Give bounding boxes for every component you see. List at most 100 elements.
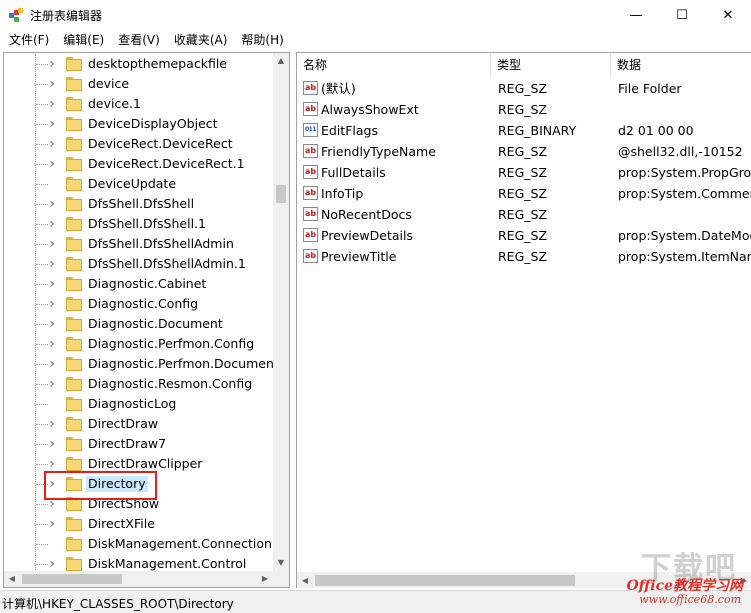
tree-item-label: device.1 (88, 96, 141, 111)
chevron-right-icon[interactable]: › (46, 337, 58, 351)
minimize-icon: — (629, 7, 643, 23)
chevron-right-icon[interactable]: › (46, 117, 58, 131)
tree-item-label: DfsShell.DfsShell.1 (88, 216, 206, 231)
menu-favorites[interactable]: 收藏夹(A) (167, 30, 235, 51)
tree-item[interactable]: › Diagnostic.Config (4, 294, 274, 314)
chevron-right-icon[interactable]: › (46, 557, 58, 571)
maximize-button[interactable]: ☐ (659, 0, 705, 30)
scroll-left-icon[interactable]: ◀ (297, 572, 313, 588)
folder-icon (66, 117, 82, 131)
value-row[interactable]: ab PreviewTitle REG_SZ prop:System.ItemNam (297, 246, 751, 267)
chevron-right-icon[interactable]: › (46, 57, 58, 71)
chevron-right-icon[interactable]: › (46, 277, 58, 291)
scroll-up-icon[interactable]: ▲ (273, 53, 289, 69)
tree-item[interactable]: › Diagnostic.Perfmon.Document (4, 354, 274, 374)
tree-item[interactable]: › DfsShell.DfsShellAdmin.1 (4, 254, 274, 274)
value-row[interactable]: ab AlwaysShowExt REG_SZ (297, 99, 751, 120)
tree-item[interactable]: › DfsShell.DfsShellAdmin (4, 234, 274, 254)
folder-icon (66, 297, 82, 311)
column-header-name[interactable]: 名称 (297, 53, 491, 77)
chevron-right-icon[interactable]: › (46, 217, 58, 231)
column-header-type[interactable]: 类型 (491, 53, 611, 77)
values-hscroll-thumb[interactable] (315, 575, 575, 586)
tree-item[interactable]: › DiskManagement.Control (4, 554, 274, 571)
chevron-right-icon[interactable]: › (46, 137, 58, 151)
chevron-right-icon[interactable]: › (46, 257, 58, 271)
tree-item[interactable]: › DirectXFile (4, 514, 274, 534)
tree-item[interactable]: › Diagnostic.Cabinet (4, 274, 274, 294)
current-key-path: 计算机\HKEY_CLASSES_ROOT\Directory (2, 597, 234, 611)
tree-item[interactable]: › Diagnostic.Perfmon.Config (4, 334, 274, 354)
value-row[interactable]: ab InfoTip REG_SZ prop:System.Comment (297, 183, 751, 204)
tree-item-label: Diagnostic.Perfmon.Config (88, 336, 255, 351)
chevron-right-icon[interactable]: › (46, 357, 58, 371)
chevron-right-icon[interactable]: › (46, 417, 58, 431)
menu-help[interactable]: 帮助(H) (234, 30, 290, 51)
tree-item[interactable]: › Diagnostic.Resmon.Config (4, 374, 274, 394)
tree-item[interactable]: › DirectDraw (4, 414, 274, 434)
tree-item[interactable]: › DfsShell.DfsShell (4, 194, 274, 214)
tree-hscroll-thumb[interactable] (22, 574, 122, 584)
value-row[interactable]: ab FriendlyTypeName REG_SZ @shell32.dll,-10… (297, 141, 751, 162)
tree-item[interactable]: › device.1 (4, 94, 274, 114)
tree-item[interactable]: › DeviceRect.DeviceRect.1 (4, 154, 274, 174)
scroll-down-icon[interactable]: ▼ (273, 555, 289, 571)
tree-item[interactable]: › Diagnostic.Document (4, 314, 274, 334)
tree-item[interactable]: › DeviceRect.DeviceRect (4, 134, 274, 154)
value-name: EditFlags (321, 123, 378, 138)
chevron-right-icon[interactable]: › (46, 157, 58, 171)
tree-item-label: Diagnostic.Document (88, 316, 223, 331)
tree-horizontal-scrollbar[interactable]: ◀ ▶ (4, 571, 289, 587)
chevron-right-icon[interactable]: › (46, 517, 58, 531)
chevron-right-icon[interactable]: › (46, 297, 58, 311)
tree-item-label: DirectDrawClipper (88, 456, 203, 471)
registry-tree-pane: › desktopthemepackfile › device › device.1 › De… (3, 52, 290, 588)
chevron-right-icon[interactable]: › (46, 197, 58, 211)
value-row[interactable]: ab PreviewDetails REG_SZ prop:System.DateMo… (297, 225, 751, 246)
value-data: d2 01 00 00 (618, 123, 694, 138)
scroll-left-icon[interactable]: ◀ (4, 571, 20, 587)
chevron-right-icon[interactable]: › (46, 437, 58, 451)
menu-view[interactable]: 查看(V) (111, 30, 167, 51)
tree-item-label: DirectXFile (88, 516, 155, 531)
chevron-right-icon[interactable]: › (46, 237, 58, 251)
value-row[interactable]: 011 EditFlags REG_BINARY d2 01 00 00 (297, 120, 751, 141)
value-type: REG_SZ (498, 249, 548, 264)
value-row[interactable]: ab FullDetails REG_SZ prop:System.PropGrou (297, 162, 751, 183)
folder-icon (66, 517, 82, 531)
chevron-right-icon[interactable]: › (46, 77, 58, 91)
scroll-right-icon[interactable]: ▶ (736, 572, 751, 588)
close-button[interactable]: ✕ (705, 0, 751, 30)
scroll-right-icon[interactable]: ▶ (257, 571, 273, 587)
chevron-right-icon[interactable]: › (46, 317, 58, 331)
string-value-icon: ab (303, 165, 318, 179)
window-title: 注册表编辑器 (30, 9, 103, 23)
menu-edit[interactable]: 编辑(E) (56, 30, 111, 51)
tree-item[interactable]: › device (4, 74, 274, 94)
tree-item[interactable]: DiagnosticLog (4, 394, 274, 414)
tree-vscroll-thumb[interactable] (276, 185, 286, 203)
tree-item[interactable]: DiskManagement.Connection (4, 534, 274, 554)
tree-item-label: DeviceRect.DeviceRect.1 (88, 156, 245, 171)
menu-file[interactable]: 文件(F) (2, 30, 56, 51)
folder-icon (66, 157, 82, 171)
value-row[interactable]: ab NoRecentDocs REG_SZ (297, 204, 751, 225)
chevron-right-icon[interactable]: › (46, 377, 58, 391)
value-data: prop:System.PropGrou (618, 165, 751, 180)
chevron-right-icon[interactable]: › (46, 457, 58, 471)
tree-item[interactable]: › DirectDraw7 (4, 434, 274, 454)
value-data: prop:System.Comment (618, 186, 751, 201)
chevron-right-icon[interactable]: › (46, 97, 58, 111)
tree-vertical-scrollbar[interactable]: ▲ ▼ (273, 53, 289, 571)
tree-item[interactable]: DeviceUpdate (4, 174, 274, 194)
tree-item[interactable]: › desktopthemepackfile (4, 54, 274, 74)
folder-icon (66, 217, 82, 231)
value-data: prop:System.DateMod (618, 228, 751, 243)
tree-item[interactable]: › DfsShell.DfsShell.1 (4, 214, 274, 234)
tree-item-label: DfsShell.DfsShellAdmin (88, 236, 234, 251)
tree-item[interactable]: › DeviceDisplayObject (4, 114, 274, 134)
minimize-button[interactable]: — (613, 0, 659, 30)
column-header-data[interactable]: 数据 (611, 53, 751, 77)
value-row[interactable]: ab (默认) REG_SZ File Folder (297, 78, 751, 99)
values-horizontal-scrollbar[interactable]: ◀ ▶ (297, 572, 751, 588)
